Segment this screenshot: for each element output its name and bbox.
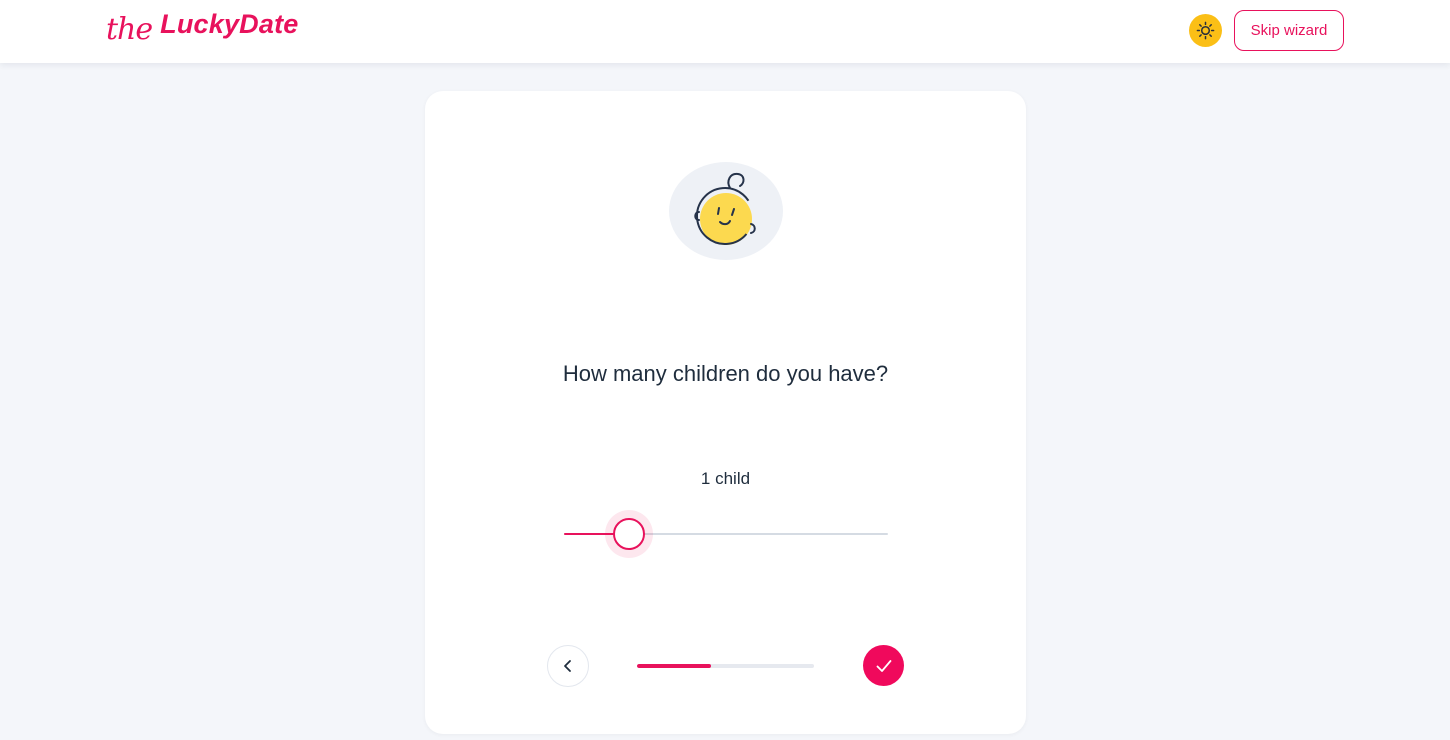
theme-toggle-button[interactable]	[1189, 14, 1222, 47]
skip-wizard-button[interactable]: Skip wizard	[1234, 10, 1344, 51]
slider-thumb[interactable]	[612, 518, 645, 550]
logo-prefix: the	[106, 12, 153, 47]
sun-icon	[1196, 21, 1215, 40]
wizard-progress-bar	[637, 664, 814, 668]
brand-logo[interactable]: the LuckyDate	[106, 6, 299, 54]
children-count-slider[interactable]	[564, 510, 888, 558]
selected-value-label: 1 child	[700, 469, 751, 488]
logo-brand-name: LuckyDate	[160, 9, 299, 39]
chevron-left-icon	[564, 660, 571, 672]
back-button[interactable]	[547, 645, 589, 687]
question-text: How many children do you have?	[562, 361, 889, 386]
wizard-progress-fill	[637, 664, 712, 668]
top-navigation-bar: the LuckyDate Skip wizard	[0, 0, 1450, 63]
baby-face-icon	[668, 161, 784, 261]
checkmark-icon	[876, 659, 891, 672]
wizard-card: How many children do you have? 1 child	[425, 91, 1026, 734]
confirm-button[interactable]	[863, 645, 904, 686]
